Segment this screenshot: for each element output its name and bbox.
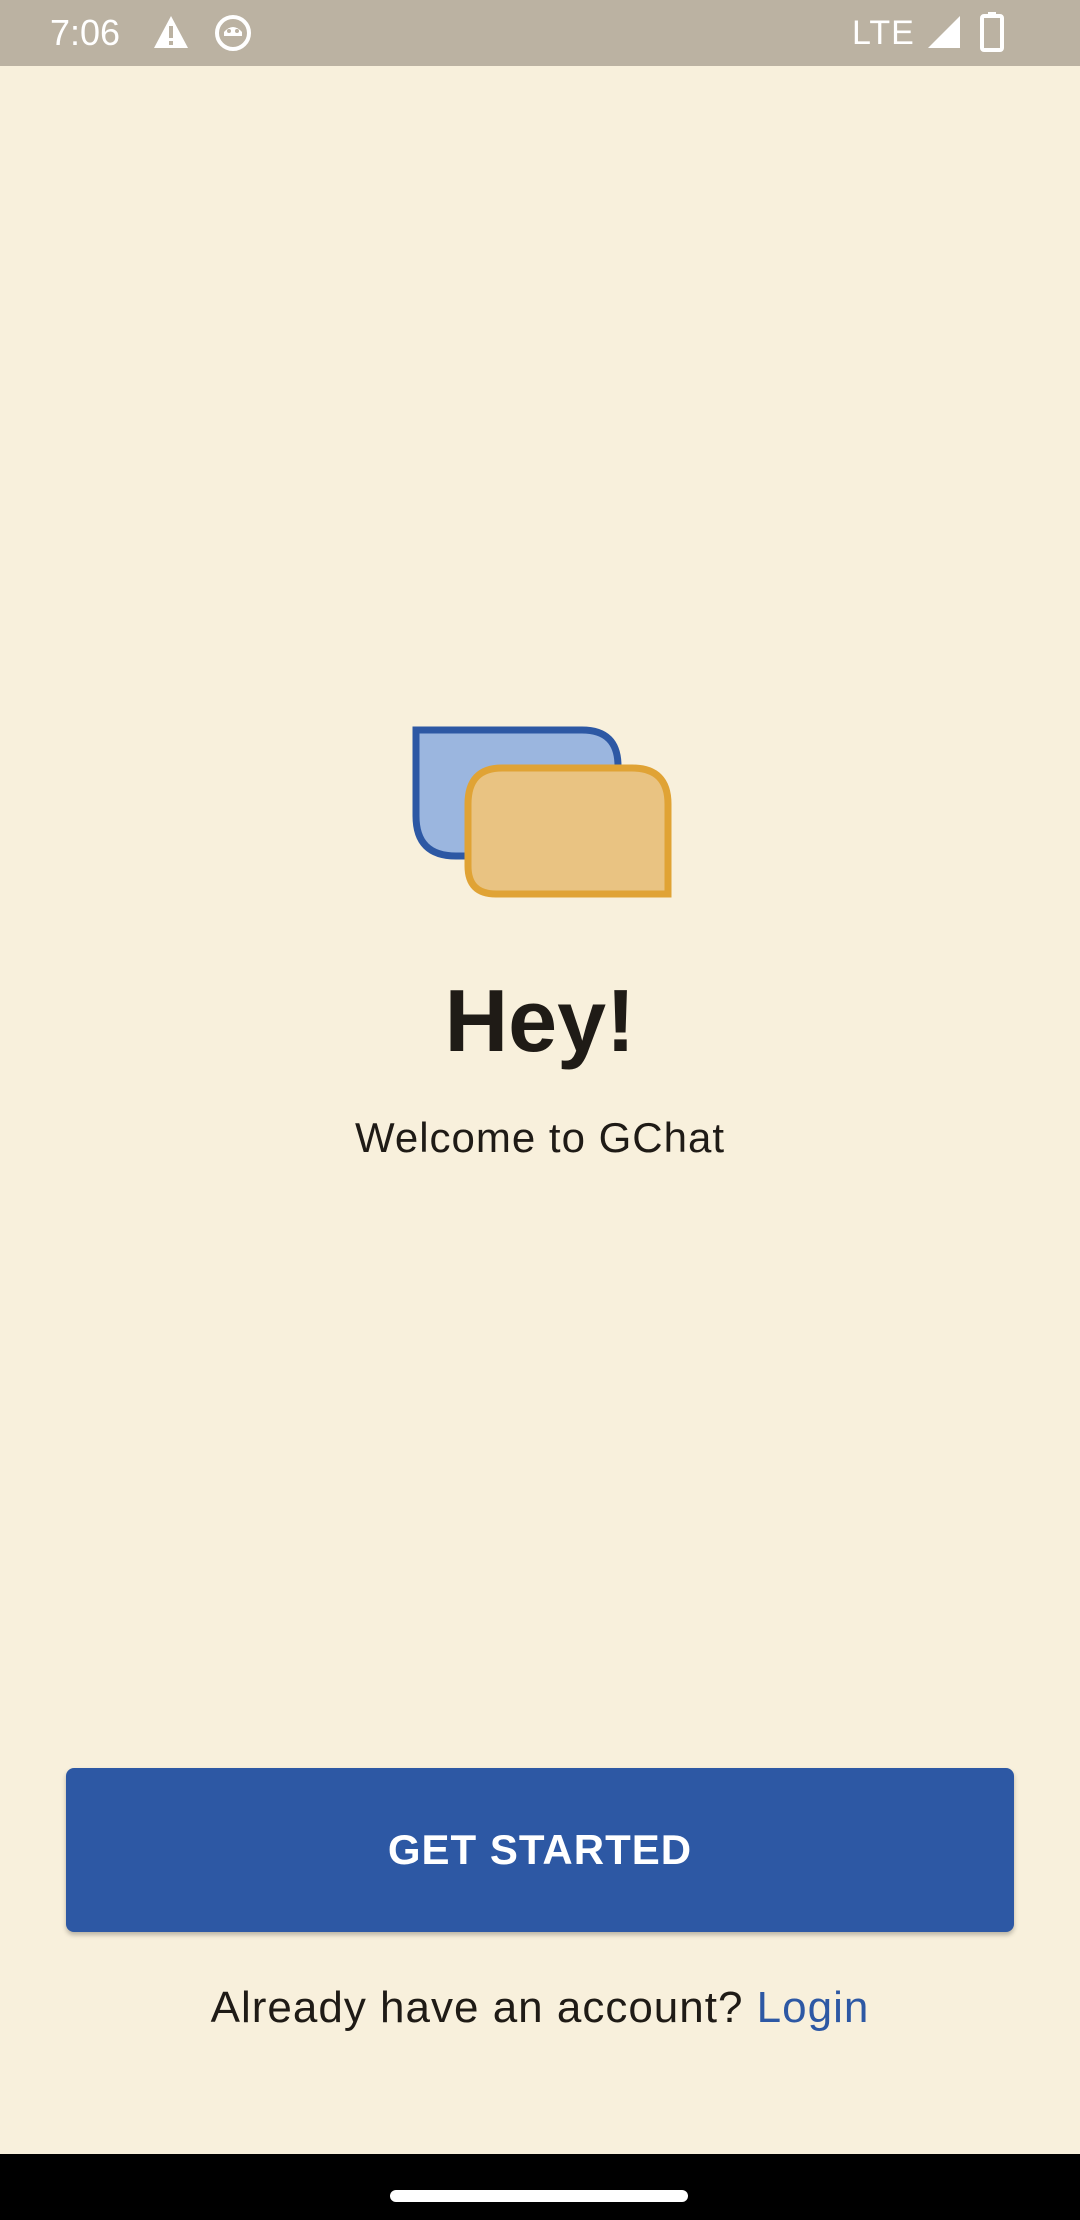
get-started-button[interactable]: GET STARTED	[66, 1768, 1014, 1932]
network-type: LTE	[852, 14, 915, 52]
login-link[interactable]: Login	[757, 1983, 870, 2032]
welcome-title: Hey!	[444, 971, 636, 1070]
signal-icon	[928, 16, 960, 48]
battery-icon	[980, 12, 1004, 52]
status-bar: 7:06 LTE	[0, 0, 1080, 66]
home-indicator[interactable]	[390, 2190, 688, 2202]
app-notification-icon	[215, 15, 251, 51]
login-prompt-text: Already have an account?	[210, 1983, 744, 2032]
welcome-subtitle: Welcome to GChat	[354, 1114, 726, 1161]
navigation-bar	[0, 2154, 1080, 2220]
warning-icon	[154, 16, 188, 48]
login-prompt-row: Already have an account? Login	[0, 1980, 1080, 2036]
welcome-screen: 7:06 LTE Hey! Welcome to GChat GET START…	[0, 0, 1080, 2220]
status-time: 7:06	[50, 12, 121, 53]
chat-bubbles-icon	[412, 726, 672, 898]
